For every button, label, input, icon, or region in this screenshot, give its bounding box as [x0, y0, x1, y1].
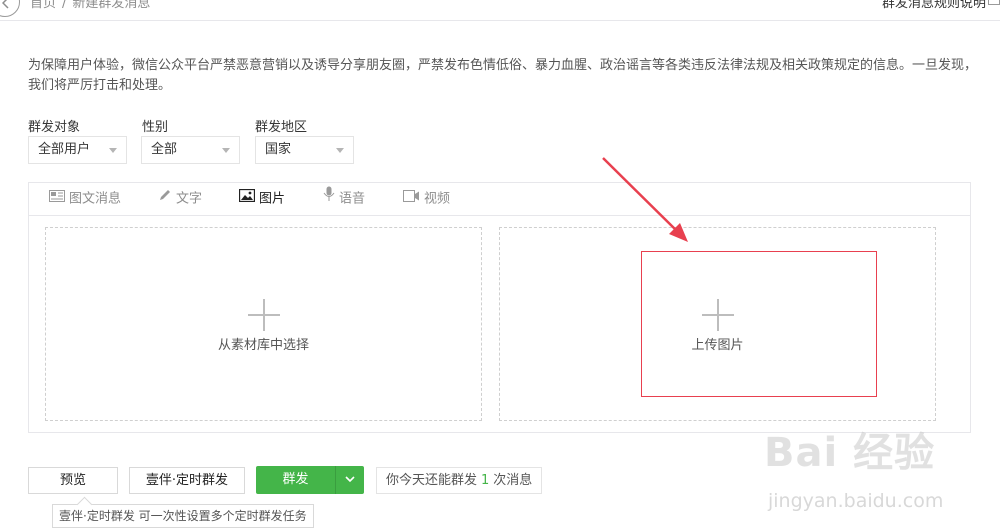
plus-icon	[247, 299, 280, 331]
tab-text-label: 文字	[176, 191, 203, 207]
rules-help-link[interactable]: 群发消息规则说明	[882, 0, 986, 11]
region-select[interactable]: 国家	[255, 136, 354, 164]
breadcrumb-separator: /	[62, 0, 67, 11]
news-icon	[49, 183, 65, 215]
top-bar: 首页 / 新建群发消息 群发消息规则说明	[0, 0, 1000, 21]
highlight-box	[641, 251, 877, 397]
tab-image[interactable]: 图片	[238, 183, 286, 215]
watermark-url: jingyan.baidu.com	[768, 490, 944, 512]
scheduled-send-tooltip: 壹伴·定时群发 可一次性设置多个定时群发任务	[52, 496, 314, 528]
video-icon	[403, 183, 420, 215]
microphone-icon	[323, 183, 335, 215]
quota-count: 1	[481, 473, 490, 488]
gender-label: 性别	[142, 120, 169, 135]
breadcrumb: 首页 / 新建群发消息	[30, 0, 150, 11]
target-select[interactable]: 全部用户	[28, 136, 127, 164]
send-quota: 你今天还能群发 1 次消息	[376, 467, 543, 494]
tab-news-label: 图文消息	[69, 191, 122, 207]
quota-prefix: 你今天还能群发	[386, 473, 478, 488]
breadcrumb-current: 新建群发消息	[72, 0, 151, 11]
caret-down-icon	[109, 148, 117, 153]
gender-select[interactable]: 全部	[141, 136, 240, 164]
tab-video[interactable]: 视频	[403, 183, 450, 215]
caret-down-icon	[222, 148, 230, 153]
target-select-value: 全部用户	[38, 142, 91, 157]
tab-news[interactable]: 图文消息	[49, 183, 121, 215]
target-label: 群发对象	[28, 120, 81, 135]
policy-notice: 为保障用户体验，微信公众平台严禁恶意营销以及诱导分享朋友圈，严禁发布色情低俗、暴…	[28, 58, 978, 93]
image-icon	[238, 183, 256, 215]
library-label: 从素材库中选择	[217, 338, 309, 353]
back-icon[interactable]	[0, 0, 20, 17]
scheduled-send-button[interactable]: 壹伴·定时群发	[129, 467, 245, 494]
preview-button[interactable]: 预览	[28, 467, 118, 494]
chevron-down-icon	[345, 476, 355, 483]
breadcrumb-home[interactable]: 首页	[30, 0, 56, 11]
tab-image-label: 图片	[259, 191, 286, 207]
caret-down-icon	[336, 148, 344, 153]
select-from-library-area[interactable]: 从素材库中选择	[45, 227, 482, 421]
baidu-watermark: Bai 经验 jingyan.baidu.com	[764, 420, 1000, 528]
region-label: 群发地区	[255, 120, 308, 135]
send-button[interactable]: 群发	[256, 466, 364, 494]
watermark-brand: Bai 经验	[764, 430, 936, 476]
document-icon	[988, 0, 1000, 5]
send-options-dropdown[interactable]	[336, 466, 364, 494]
tooltip-text: 壹伴·定时群发 可一次性设置多个定时群发任务	[59, 509, 307, 523]
tab-text[interactable]: 文字	[158, 183, 202, 215]
pencil-icon	[158, 183, 172, 215]
message-type-tabs: 图文消息 文字 图片 语音 视频	[29, 183, 970, 216]
send-button-label: 群发	[282, 472, 309, 487]
tab-voice[interactable]: 语音	[323, 183, 365, 215]
tab-video-label: 视频	[424, 191, 451, 207]
gender-select-value: 全部	[151, 142, 178, 157]
quota-suffix: 次消息	[493, 473, 533, 488]
region-select-value: 国家	[265, 142, 292, 157]
tab-voice-label: 语音	[339, 191, 366, 207]
